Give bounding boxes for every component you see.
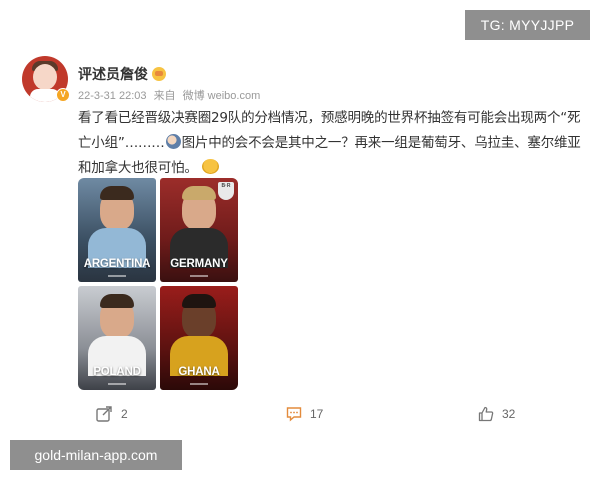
crest-text: B·R bbox=[221, 183, 231, 189]
image-germany[interactable]: B·R GERMANY bbox=[160, 178, 238, 282]
weibo-post-card: V 评述员詹俊 22-3-31 22:03 来自 微博 weibo.com 看了… bbox=[8, 42, 588, 438]
comment-icon bbox=[286, 407, 302, 422]
comment-count: 17 bbox=[310, 407, 324, 421]
image-poland[interactable]: POLAND bbox=[78, 286, 156, 390]
player-hair bbox=[100, 294, 134, 308]
country-label: ARGENTINA bbox=[83, 258, 151, 270]
post-source-prefix: 来自 bbox=[153, 90, 176, 102]
player-hair bbox=[100, 186, 134, 200]
country-label: GERMANY bbox=[170, 258, 228, 270]
post-actions-bar: 2 17 32 bbox=[8, 406, 588, 430]
post-source: 微博 weibo.com bbox=[182, 90, 261, 102]
username-text[interactable]: 评述员詹俊 bbox=[78, 64, 148, 84]
laughing-emoji-icon bbox=[201, 159, 219, 174]
share-button[interactable]: 2 bbox=[96, 406, 128, 422]
country-label: GHANA bbox=[178, 366, 220, 378]
verified-badge-icon: V bbox=[56, 88, 70, 102]
share-count: 2 bbox=[121, 407, 128, 421]
post-body: 看了看已经晋级决赛圈29队的分档情况，预感明晚的世界杯抽签有可能会出现两个“死亡… bbox=[78, 106, 582, 181]
label-underline bbox=[190, 383, 208, 385]
watermark-top-right: TG: MYYJJPP bbox=[465, 10, 590, 40]
thumbs-up-icon bbox=[478, 406, 494, 422]
post-meta: 22-3-31 22:03 来自 微博 weibo.com bbox=[78, 87, 264, 103]
share-icon bbox=[96, 406, 112, 422]
avatar-face bbox=[33, 64, 57, 90]
post-date[interactable]: 22-3-31 22:03 bbox=[78, 90, 147, 102]
watermark-bottom-left: gold-milan-app.com bbox=[10, 440, 182, 470]
like-count: 32 bbox=[502, 407, 516, 421]
comment-button[interactable]: 17 bbox=[286, 406, 323, 422]
image-ghana[interactable]: GHANA bbox=[160, 286, 238, 390]
image-argentina[interactable]: ARGENTINA bbox=[78, 178, 156, 282]
player-hair bbox=[182, 294, 216, 308]
player-hair bbox=[182, 186, 216, 200]
crown-icon bbox=[152, 67, 166, 81]
post-image-grid: ARGENTINA B·R GERMANY POLAND GHANA bbox=[78, 178, 238, 390]
label-underline bbox=[190, 275, 208, 277]
country-label: POLAND bbox=[93, 366, 141, 378]
like-button[interactable]: 32 bbox=[478, 406, 515, 422]
label-underline bbox=[108, 383, 126, 385]
post-author[interactable]: 评述员詹俊 bbox=[78, 64, 166, 84]
thinking-emoji-icon bbox=[165, 134, 181, 149]
label-underline bbox=[108, 275, 126, 277]
